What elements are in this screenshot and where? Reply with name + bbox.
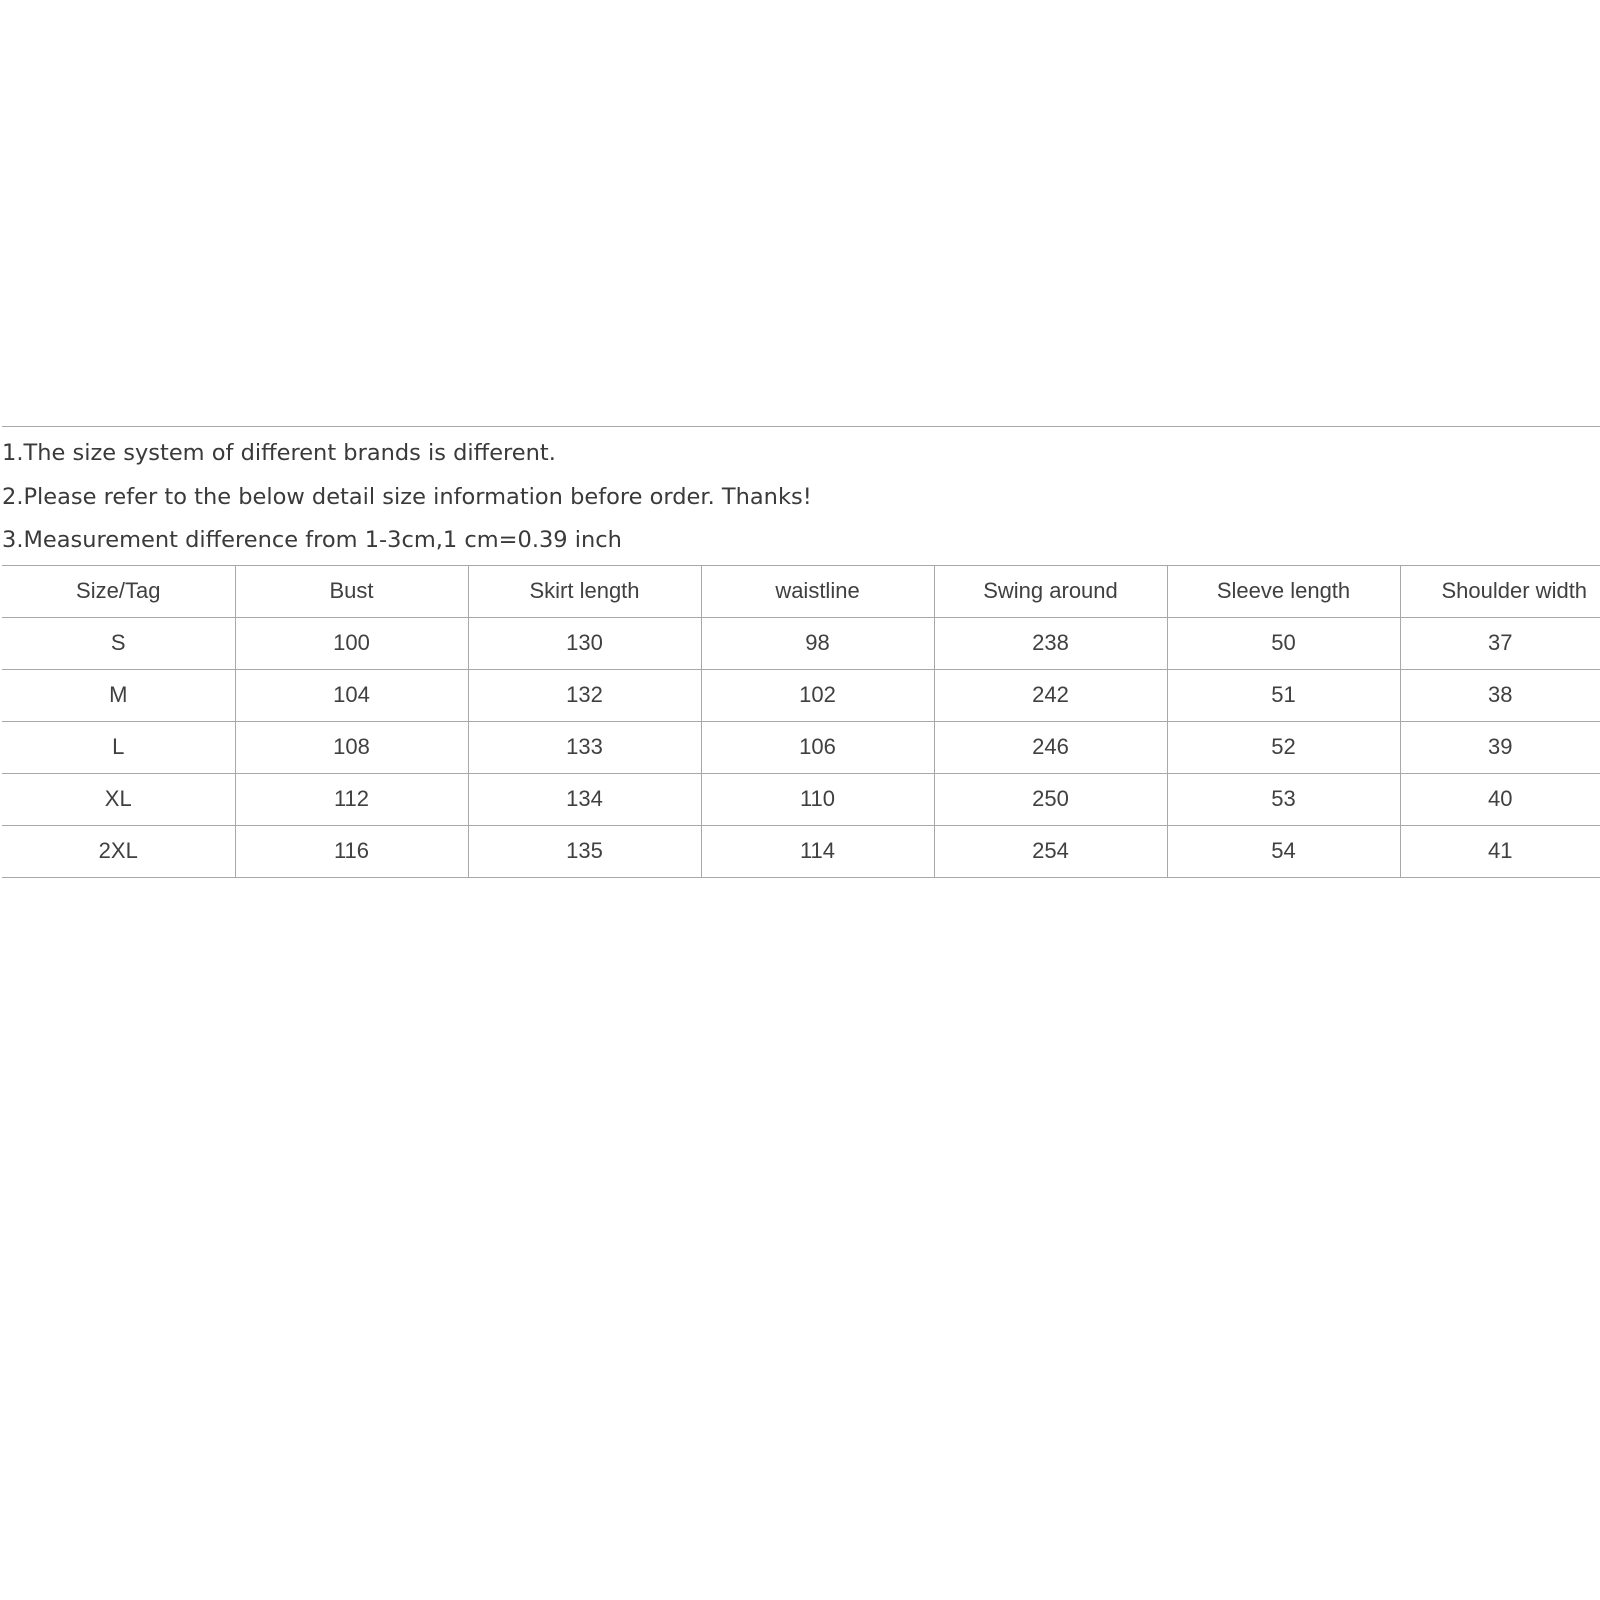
column-header-skirt-length: Skirt length [467,564,702,618]
column-header-bust: Bust [234,564,469,618]
table-header-row: Size/Tag Bust Skirt length waistline Swi… [2,564,1600,618]
table-cell: 133 [467,720,702,774]
table-cell: 104 [234,668,469,722]
table-cell: 2XL [2,824,236,878]
table-cell: 116 [234,824,469,878]
table-cell: 51 [1166,668,1401,722]
column-header-size-tag: Size/Tag [2,564,236,618]
table-row: L 108 133 106 246 52 39 [2,720,1600,774]
table-cell: 54 [1166,824,1401,878]
column-header-waistline: waistline [700,564,935,618]
table-row: XL 112 134 110 250 53 40 [2,772,1600,826]
table-cell: 41 [1399,824,1600,878]
table-row: M 104 132 102 242 51 38 [2,668,1600,722]
table-cell: 246 [933,720,1168,774]
table-cell: 108 [234,720,469,774]
table-cell: XL [2,772,236,826]
table-cell: 53 [1166,772,1401,826]
table-cell: 37 [1399,616,1600,670]
column-header-shoulder-width: Shoulder width [1399,564,1600,618]
column-header-swing-around: Swing around [933,564,1168,618]
table-cell: 134 [467,772,702,826]
table-cell: 38 [1399,668,1600,722]
table-row: 2XL 116 135 114 254 54 41 [2,824,1600,878]
size-note: 2.Please refer to the below detail size … [2,483,812,510]
table-cell: 39 [1399,720,1600,774]
table-cell: 98 [700,616,935,670]
size-chart-table: Size/Tag Bust Skirt length waistline Swi… [2,564,1600,878]
table-cell: 52 [1166,720,1401,774]
table-cell: M [2,668,236,722]
table-row: S 100 130 98 238 50 37 [2,616,1600,670]
table-cell: 112 [234,772,469,826]
size-note: 1.The size system of different brands is… [2,440,556,466]
size-notes: 1.The size system of different brands is… [2,427,1600,563]
size-note: 3.Measurement difference from 1-3cm,1 cm… [2,527,622,553]
table-cell: 242 [933,668,1168,722]
table-cell: 50 [1166,616,1401,670]
table-cell: 100 [234,616,469,670]
table-cell: 132 [467,668,702,722]
table-cell: 130 [467,616,702,670]
table-cell: L [2,720,236,774]
table-cell: 254 [933,824,1168,878]
column-header-sleeve-length: Sleeve length [1166,564,1401,618]
table-cell: 102 [700,668,935,722]
table-cell: 106 [700,720,935,774]
table-cell: 238 [933,616,1168,670]
table-cell: 250 [933,772,1168,826]
table-cell: 135 [467,824,702,878]
table-cell: S [2,616,236,670]
table-cell: 110 [700,772,935,826]
table-cell: 40 [1399,772,1600,826]
page: { "notes": [ "1.The size system of diffe… [0,0,1600,1600]
table-cell: 114 [700,824,935,878]
size-info-section: 1.The size system of different brands is… [2,426,1600,878]
